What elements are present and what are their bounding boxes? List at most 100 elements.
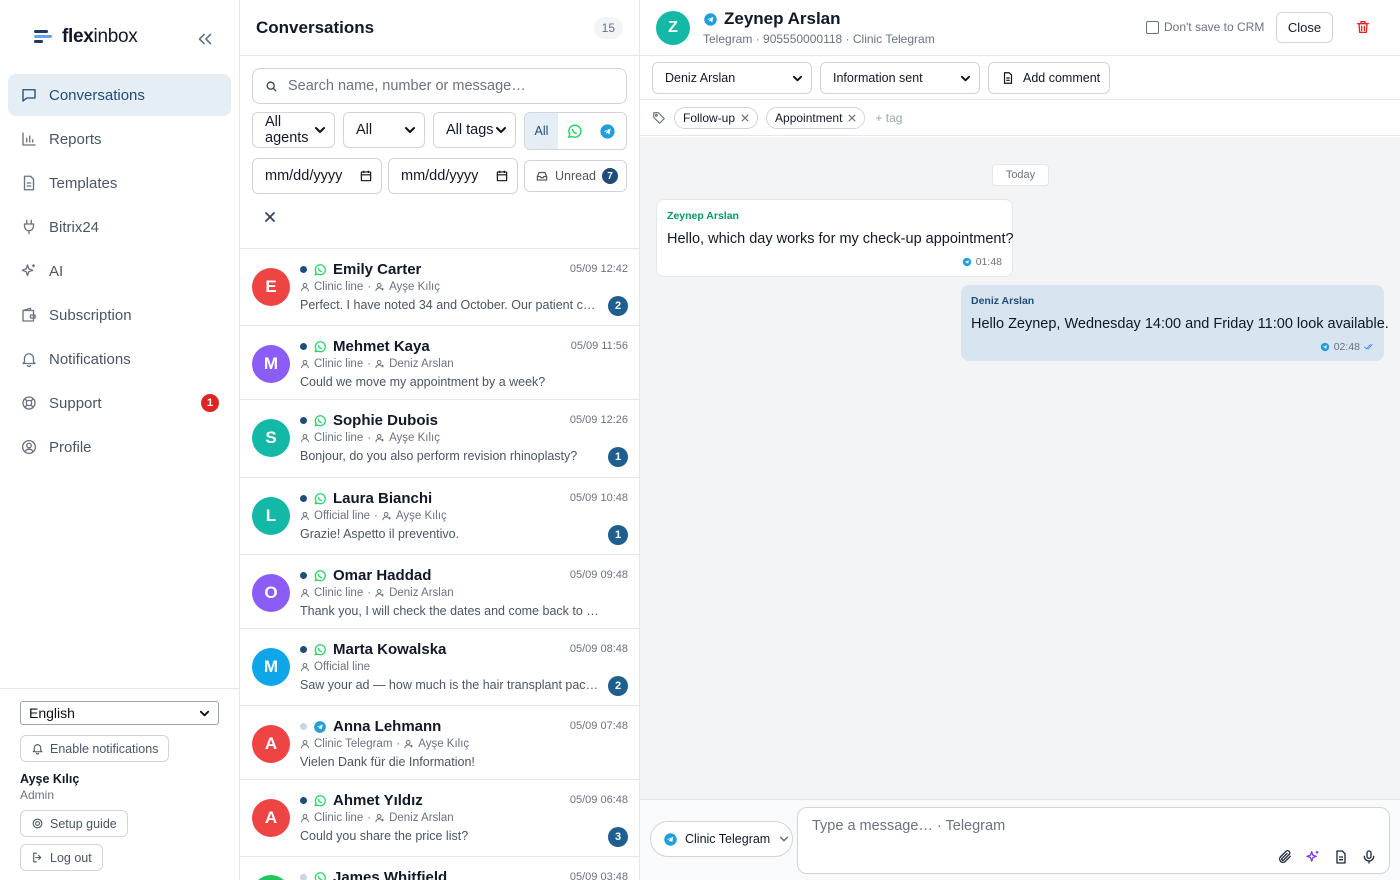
agent-icon (375, 588, 385, 598)
conversation-row[interactable]: S Sophie Dubois 05/09 12:26 Clinic line · Ayş… (240, 400, 639, 478)
agent-name: Ayşe Kılıç (418, 738, 470, 750)
sidebar-item-subscription[interactable]: Subscription (8, 294, 231, 336)
conversation-meta: Clinic line · Deniz Arslan (300, 358, 454, 370)
unread-count-badge: 1 (608, 447, 628, 467)
conversation-status-select[interactable]: Information sent (820, 62, 980, 94)
paperclip-icon[interactable] (1277, 849, 1293, 865)
chevron-down-icon (314, 124, 326, 136)
unread-filter-button[interactable]: Unread 7 (524, 160, 627, 192)
sidebar-item-profile[interactable]: Profile (8, 426, 231, 468)
language-select[interactable]: English (20, 701, 219, 725)
status-filter-select[interactable]: All (343, 112, 425, 148)
date-to-input[interactable]: mm/dd/yyyy (388, 158, 518, 194)
line-icon (300, 662, 310, 672)
add-comment-button[interactable]: Add comment (988, 62, 1110, 94)
message-placeholder: Type a message… · Telegram (812, 818, 1006, 834)
microphone-icon[interactable] (1361, 849, 1377, 865)
sidebar-item-conversations[interactable]: Conversations (8, 74, 231, 116)
conversation-time: 05/09 06:48 (569, 794, 628, 806)
enable-notifications-button[interactable]: Enable notifications (20, 735, 170, 762)
ai-sparkle-icon[interactable] (1305, 849, 1321, 865)
brand-logo[interactable]: flexinbox (34, 26, 138, 48)
close-conversation-button[interactable]: Close (1276, 12, 1333, 43)
unread-count-badge: 7 (602, 168, 618, 184)
conversation-title-line: Marta Kowalska (300, 641, 446, 658)
telegram-icon (1320, 342, 1330, 352)
send-channel-select[interactable]: Clinic Telegram (650, 821, 793, 857)
tag-chip[interactable]: Follow-up (674, 106, 759, 129)
collapse-sidebar-icon[interactable] (194, 28, 216, 50)
tag-filter-select[interactable]: All tags (433, 112, 516, 148)
sidebar-item-bitrix24[interactable]: Bitrix24 (8, 206, 231, 248)
conversation-meta: Clinic line · Deniz Arslan (300, 812, 454, 824)
conversation-meta: Official line (300, 661, 370, 673)
add-tag-button[interactable]: + tag (875, 111, 902, 125)
contact-avatar: L (252, 497, 290, 535)
sidebar-item-notifications[interactable]: Notifications (8, 338, 231, 380)
sidebar-item-label: Templates (49, 174, 118, 192)
template-icon[interactable] (1333, 849, 1349, 865)
assignee-value: Deniz Arslan (665, 71, 736, 85)
unread-dot (300, 723, 307, 730)
conversation-row[interactable]: L Laura Bianchi 05/09 10:48 Official line · A… (240, 478, 639, 555)
line-icon (300, 433, 310, 443)
conversation-row[interactable]: M Marta Kowalska 05/09 08:48 Official line S… (240, 629, 639, 706)
sidebar-item-ai[interactable]: AI (8, 250, 231, 292)
conversation-time: 05/09 12:42 (569, 263, 628, 275)
lifebuoy-icon (20, 394, 38, 412)
search-input[interactable]: Search name, number or message… (252, 68, 627, 104)
channel-filter-whatsapp[interactable] (558, 113, 591, 149)
whatsapp-icon (313, 340, 327, 354)
calendar-icon (495, 169, 509, 183)
message-preview: Bonjour, do you also perform revision rh… (300, 449, 578, 463)
telegram-icon (313, 720, 327, 734)
remove-tag-icon[interactable] (848, 113, 857, 122)
contact-name: Emily Carter (333, 261, 422, 278)
whatsapp-icon (566, 123, 583, 140)
line-name: Clinic Telegram (314, 738, 393, 750)
line-name: Clinic line (314, 281, 364, 293)
channel-filter-telegram[interactable] (591, 113, 624, 149)
conversation-row[interactable]: E Emily Carter 05/09 12:42 Clinic line · Ayşe… (240, 249, 639, 326)
sidebar-item-templates[interactable]: Templates (8, 162, 231, 204)
clear-filters-icon[interactable] (262, 209, 278, 225)
date-from-input[interactable]: mm/dd/yyyy (252, 158, 382, 194)
message-preview: Could we move my appointment by a week? (300, 375, 546, 389)
conversation-row[interactable]: O Omar Haddad 05/09 09:48 Clinic line · Deniz… (240, 555, 639, 629)
sidebar-footer: English Enable notifications Ayşe Kılıç … (0, 688, 239, 880)
conversation-row[interactable]: A Ahmet Yıldız 05/09 06:48 Clinic line · Deni… (240, 780, 639, 857)
message-input[interactable]: Type a message… · Telegram (797, 807, 1390, 874)
agent-name: Ayşe Kılıç (389, 432, 440, 444)
conversation-row[interactable]: M Mehmet Kaya 05/09 11:56 Clinic line · Deniz… (240, 326, 639, 400)
channel-filter-all[interactable]: All (525, 113, 558, 149)
setup-guide-button[interactable]: Setup guide (20, 810, 128, 837)
remove-tag-icon[interactable] (741, 113, 749, 122)
sidebar-item-reports[interactable]: Reports (8, 118, 231, 160)
unread-count-badge: 3 (608, 827, 628, 847)
contact-avatar: O (252, 574, 290, 612)
tag-chip[interactable]: Appointment (766, 106, 866, 129)
agent-filter-select[interactable]: All agents (252, 112, 335, 148)
contact-avatar: A (252, 799, 290, 837)
unread-dot (300, 646, 307, 653)
contact-avatar: E (252, 268, 290, 306)
sidebar-item-support[interactable]: Support 1 (8, 382, 231, 424)
contact-avatar: M (252, 648, 290, 686)
conversation-list-header: Conversations 15 (240, 0, 639, 56)
contact-name: Mehmet Kaya (333, 338, 430, 355)
conversation-row[interactable]: A Anna Lehmann 05/09 07:48 Clinic Telegram ·… (240, 706, 639, 780)
conversation-time: 05/09 12:26 (569, 414, 628, 426)
trash-icon[interactable] (1355, 19, 1371, 35)
line-name: Clinic line (314, 812, 364, 824)
contact-avatar: A (252, 725, 290, 763)
logout-button[interactable]: Log out (20, 844, 103, 871)
dont-save-crm-checkbox[interactable]: Don't save to CRM (1146, 20, 1264, 34)
contact-subtitle: Telegram · 905550000118 · Clinic Telegra… (703, 32, 935, 46)
conversation-time: 05/09 11:56 (570, 340, 628, 352)
conversation-row[interactable]: J James Whitfield 05/09 03:48 (240, 857, 639, 880)
channel-filter-toggle: All (524, 112, 627, 150)
conversation-list: E Emily Carter 05/09 12:42 Clinic line · Ayşe… (240, 248, 639, 880)
agent-name: Deniz Arslan (389, 587, 454, 599)
assignee-select[interactable]: Deniz Arslan (652, 62, 812, 94)
contact-name: James Whitfield (333, 869, 448, 880)
